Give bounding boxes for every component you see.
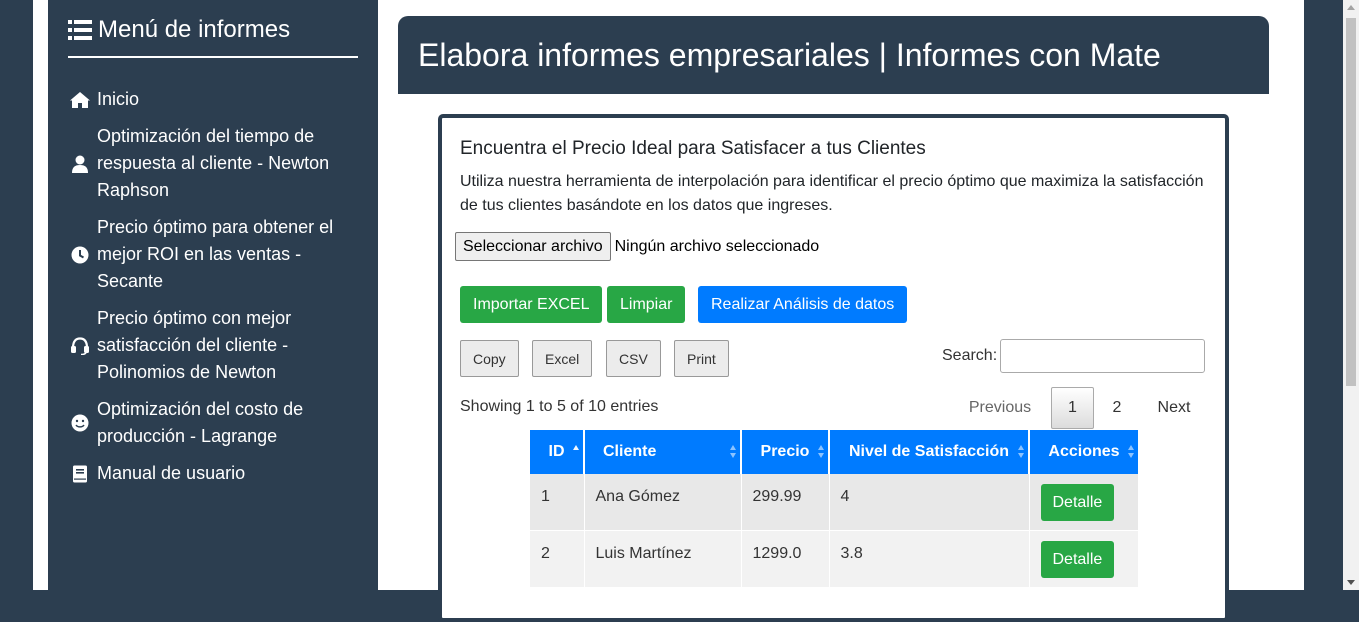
sort-icon [818,445,825,458]
pagination-page-2[interactable]: 2 [1099,387,1135,429]
cell-nivel: 3.8 [829,530,1030,588]
sidebar-item-lagrange[interactable]: Optimización del costo de producción - L… [68,396,318,450]
card-title: Encuentra el Precio Ideal para Satisface… [460,138,926,159]
page-scrollbar[interactable] [1343,0,1359,590]
list-icon [68,16,92,46]
user-icon [68,155,92,173]
search-label: Search: [942,347,998,364]
pagination-previous[interactable]: Previous [962,387,1038,429]
detail-button[interactable]: Detalle [1040,484,1115,521]
clock-icon [68,246,92,264]
export-excel-button[interactable]: Excel [532,340,593,377]
cell-cliente: Ana Gómez [584,474,742,531]
sidebar-item-label: Optimización del tiempo de respuesta al … [97,126,330,200]
sidebar-item-newton-raphson[interactable]: Optimización del tiempo de respuesta al … [68,123,348,204]
table-row: 2 Luis Martínez 1299.0 3.8 Detalle [530,530,1139,588]
headset-icon [68,336,92,355]
sidebar-item-label: Inicio [97,89,140,109]
sort-icon [1128,445,1135,458]
cell-acciones: Detalle [1029,474,1139,531]
clear-button[interactable]: Limpiar [607,286,686,323]
page-header: Elabora informes empresariales | Informe… [398,16,1269,94]
page-title: Elabora informes empresariales | Informe… [418,37,1161,73]
pagination-next[interactable]: Next [1148,387,1200,429]
copy-button[interactable]: Copy [460,340,519,377]
column-header-cliente[interactable]: Cliente [584,430,742,474]
cell-acciones: Detalle [1029,530,1139,588]
sidebar-item-secante[interactable]: Precio óptimo para obtener el mejor ROI … [68,214,348,295]
sidebar-item-label: Precio óptimo con mejor satisfacción del… [97,308,292,382]
sidebar-item-manual[interactable]: Manual de usuario [68,460,245,487]
detail-button[interactable]: Detalle [1040,541,1115,578]
pagination-page-1[interactable]: 1 [1051,387,1094,429]
select-file-button[interactable]: Seleccionar archivo [455,232,611,261]
cell-nivel: 4 [829,474,1030,531]
table-row: 1 Ana Gómez 299.99 4 Detalle [530,474,1139,531]
cell-precio: 1299.0 [741,530,830,588]
search-input[interactable] [1000,339,1205,373]
print-button[interactable]: Print [674,340,729,377]
cell-precio: 299.99 [741,474,830,531]
scroll-down-icon[interactable] [1347,580,1355,585]
cell-cliente: Luis Martínez [584,530,742,588]
file-input[interactable]: Seleccionar archivo Ningún archivo selec… [455,232,819,261]
import-excel-button[interactable]: Importar EXCEL [460,286,603,323]
scroll-thumb[interactable] [1346,18,1356,386]
column-header-acciones[interactable]: Acciones [1029,430,1138,474]
book-icon [68,465,92,483]
scroll-up-icon[interactable] [1347,5,1355,10]
cell-id: 2 [530,530,585,588]
sidebar-title: Menú de informes [98,16,291,43]
column-header-precio[interactable]: Precio [741,430,830,474]
clients-table: ID Cliente Precio Nivel de Satisfacción … [530,430,1139,588]
column-header-id[interactable]: ID [530,430,585,474]
sidebar-item-label: Optimización del costo de producción - L… [97,399,304,446]
sidebar-item-label: Precio óptimo para obtener el mejor ROI … [97,217,334,291]
sidebar: Menú de informes Inicio Optimización del… [48,0,378,590]
analysis-card: Encuentra el Precio Ideal para Satisface… [438,114,1229,622]
smile-icon [68,414,92,432]
export-csv-button[interactable]: CSV [606,340,661,377]
file-status: Ningún archivo seleccionado [614,237,820,255]
column-header-nivel[interactable]: Nivel de Satisfacción [829,430,1030,474]
sort-icon [730,445,737,458]
home-icon [68,91,92,109]
sort-icon [573,445,580,450]
cell-id: 1 [530,474,585,531]
table-info: Showing 1 to 5 of 10 entries [460,398,659,415]
sort-icon [1018,445,1025,458]
sidebar-item-polinomios-newton[interactable]: Precio óptimo con mejor satisfacción del… [68,305,318,386]
sidebar-header: Menú de informes [68,16,358,58]
card-description: Utiliza nuestra herramienta de interpola… [460,173,1204,214]
sidebar-item-label: Manual de usuario [97,463,246,483]
analyze-data-button[interactable]: Realizar Análisis de datos [698,286,908,323]
sidebar-item-inicio[interactable]: Inicio [68,86,139,113]
